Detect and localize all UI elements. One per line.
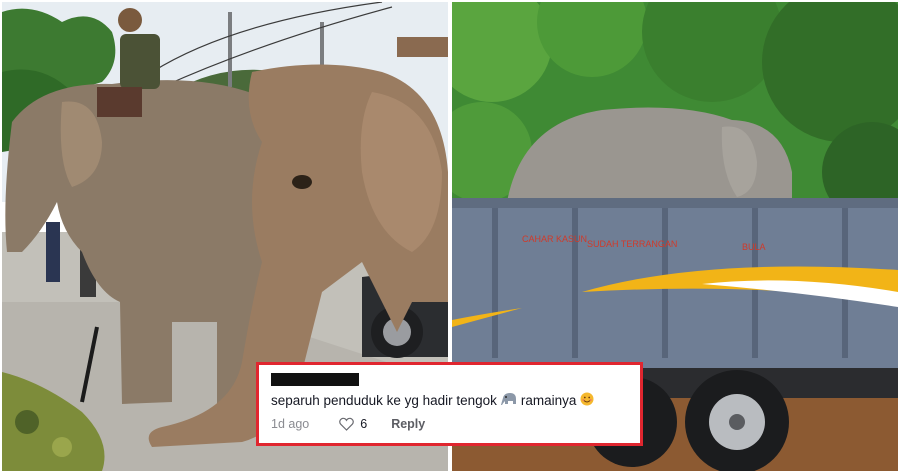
truck-panel-text-3: BULA xyxy=(742,242,766,252)
truck-panel-text-2: SUDAH TERRANGAN xyxy=(587,239,677,249)
elephant-icon xyxy=(500,392,517,409)
comment-meta: 1d ago 6 Reply xyxy=(271,417,628,431)
comment-card: separuh penduduk ke yg hadir tengok rama… xyxy=(256,362,643,446)
comment-time: 1d ago xyxy=(271,417,310,431)
heart-icon xyxy=(339,417,355,431)
comment-text-part-2: ramainya xyxy=(520,393,577,408)
like-button[interactable]: 6 xyxy=(339,417,367,431)
like-count: 6 xyxy=(360,417,368,431)
redacted-username xyxy=(271,373,359,386)
comment-text: separuh penduduk ke yg hadir tengok rama… xyxy=(271,392,628,409)
comment-text-part-1: separuh penduduk ke yg hadir tengok xyxy=(271,393,497,408)
truck-panel-text-1: CAHAR KASUN xyxy=(522,234,587,244)
smiling-face-icon xyxy=(580,392,594,409)
reply-button[interactable]: Reply xyxy=(391,417,425,431)
